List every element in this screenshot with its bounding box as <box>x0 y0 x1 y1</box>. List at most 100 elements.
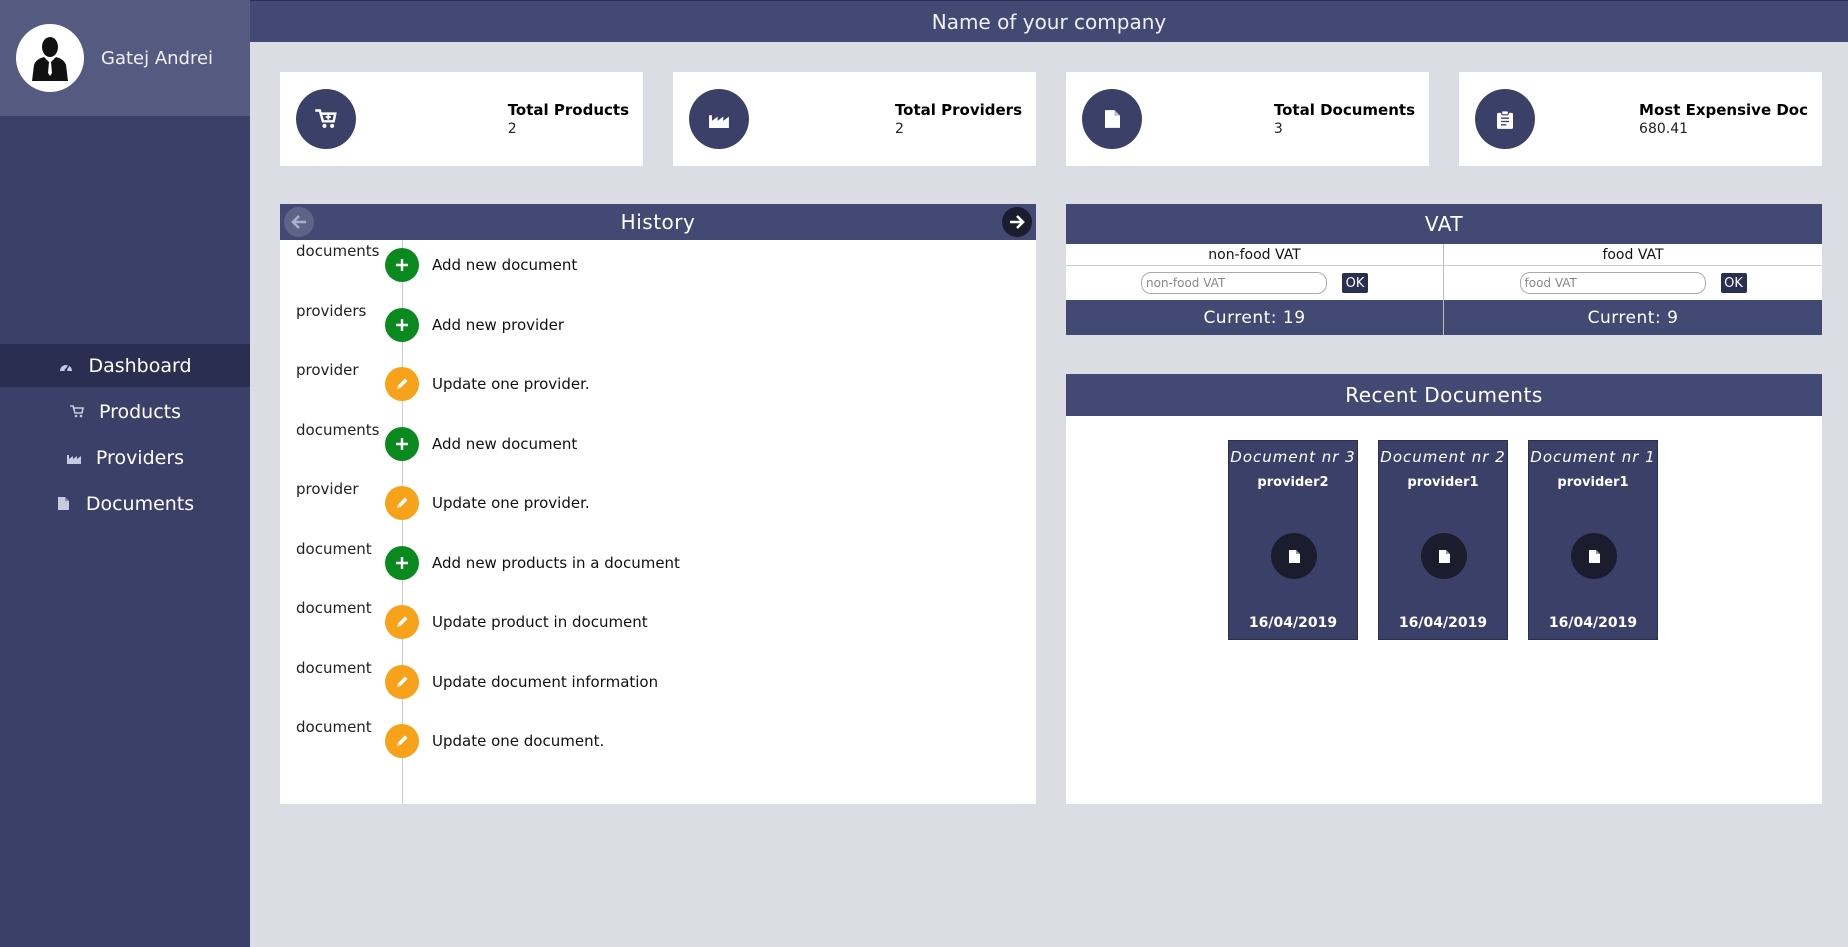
history-entity: document <box>296 599 372 617</box>
history-message: Update one provider. <box>432 375 590 393</box>
avatar <box>16 24 84 92</box>
history-item: documents Add new document <box>280 419 1036 469</box>
history-message: Add new document <box>432 256 578 274</box>
top-header: Name of your company <box>250 0 1848 42</box>
food-vat-ok-button[interactable]: OK <box>1720 273 1747 293</box>
plus-icon <box>385 307 419 342</box>
sidebar: Gatej Andrei Dashboard Products Provider… <box>0 0 250 947</box>
history-entity: documents <box>296 242 380 260</box>
pencil-icon <box>385 605 419 639</box>
document-date: 16/04/2019 <box>1248 615 1338 631</box>
clipboard-icon <box>1475 89 1535 149</box>
history-message: Add new document <box>432 434 578 453</box>
document-icon <box>1421 533 1467 579</box>
pencil-icon <box>385 664 419 699</box>
sidebar-item-products[interactable]: Products <box>0 390 250 433</box>
nonfood-vat-input[interactable] <box>1141 272 1327 294</box>
recent-documents-header: Recent Documents <box>1066 374 1822 416</box>
stat-label: Most Expensive Doc <box>1639 101 1808 119</box>
document-card[interactable]: Document nr 2 provider1 16/04/2019 <box>1378 440 1508 640</box>
stat-value: 680.41 <box>1639 121 1689 137</box>
cart-icon <box>296 89 356 149</box>
arrow-right-icon <box>1010 215 1025 229</box>
document-title: Document nr 2 <box>1380 448 1506 466</box>
history-prev-button[interactable] <box>284 207 314 237</box>
stat-value: 2 <box>894 121 904 137</box>
document-icon <box>56 496 72 512</box>
food-vat-label: food VAT <box>1444 244 1822 266</box>
document-icon <box>1571 533 1617 579</box>
sidebar-item-label: Products <box>98 400 182 423</box>
stat-card-most-expensive: Most Expensive Doc 680.41 <box>1459 72 1822 166</box>
nonfood-vat-ok-button[interactable]: OK <box>1342 273 1368 293</box>
recent-documents-panel: Recent Documents Document nr 3 provider2… <box>1066 374 1822 804</box>
history-message: Add new provider <box>432 315 565 334</box>
document-date: 16/04/2019 <box>1398 615 1488 631</box>
history-item: document Update product in document <box>280 597 1036 647</box>
document-title: Document nr 3 <box>1230 448 1356 466</box>
food-vat-input[interactable] <box>1519 272 1706 294</box>
nonfood-vat-current: Current: 19 <box>1066 300 1443 335</box>
history-entity: providers <box>296 301 367 320</box>
history-entity: document <box>296 539 372 558</box>
pencil-icon <box>385 367 419 401</box>
sidebar-item-label: Dashboard <box>88 354 192 377</box>
document-card[interactable]: Document nr 1 provider1 16/04/2019 <box>1528 440 1658 640</box>
sidebar-item-documents[interactable]: Documents <box>0 482 250 525</box>
vat-title: VAT <box>1424 212 1464 236</box>
stat-card-products: Total Products 2 <box>280 72 643 166</box>
plus-icon <box>385 545 419 580</box>
vat-food-column: food VAT OK Current: 9 <box>1444 244 1822 335</box>
user-icon <box>32 37 68 81</box>
food-vat-current: Current: 9 <box>1444 300 1822 335</box>
history-title: History <box>620 210 696 234</box>
stat-value: 3 <box>1273 121 1283 137</box>
history-item: document Add new products in a document <box>280 538 1036 588</box>
arrow-left-icon <box>291 215 306 229</box>
factory-icon <box>689 89 749 149</box>
history-entity: document <box>296 658 372 677</box>
recent-documents-title: Recent Documents <box>1345 383 1543 407</box>
sidebar-nav: Dashboard Products Providers Documents <box>0 344 250 528</box>
history-next-button[interactable] <box>1002 207 1032 237</box>
history-item: documents Add new document <box>280 240 1036 290</box>
stat-label: Total Providers <box>894 101 1022 119</box>
history-item: document Update document information <box>280 657 1036 707</box>
history-entity: provider <box>296 480 359 498</box>
stat-label: Total Products <box>507 101 629 119</box>
history-item: document Update one document. <box>280 716 1036 766</box>
history-item: provider Update one provider. <box>280 359 1036 409</box>
stat-card-documents: Total Documents 3 <box>1066 72 1429 166</box>
profile: Gatej Andrei <box>0 0 250 116</box>
sidebar-item-dashboard[interactable]: Dashboard <box>0 344 250 387</box>
plus-icon <box>385 426 419 461</box>
plus-icon <box>385 248 419 282</box>
vat-panel: VAT non-food VAT OK Current: 19 food VAT… <box>1066 204 1822 335</box>
stat-card-providers: Total Providers 2 <box>673 72 1036 166</box>
stat-value: 2 <box>507 121 517 137</box>
sidebar-item-label: Providers <box>95 446 185 469</box>
pencil-icon <box>385 724 419 758</box>
history-entity: document <box>296 718 372 736</box>
document-date: 16/04/2019 <box>1548 615 1638 631</box>
document-card[interactable]: Document nr 3 provider2 16/04/2019 <box>1228 440 1358 640</box>
document-provider: provider1 <box>1407 475 1479 490</box>
sidebar-item-providers[interactable]: Providers <box>0 436 250 479</box>
history-item: providers Add new provider <box>280 300 1036 350</box>
history-entity: provider <box>296 361 359 379</box>
history-message: Update one provider. <box>432 494 590 512</box>
document-title: Document nr 1 <box>1530 448 1656 466</box>
document-icon <box>1082 89 1142 149</box>
history-message: Update document information <box>432 672 659 691</box>
history-message: Update one document. <box>432 732 605 750</box>
recent-documents-list: Document nr 3 provider2 16/04/2019 Docum… <box>1228 440 1678 640</box>
vat-header: VAT <box>1066 204 1822 244</box>
pencil-icon <box>385 486 419 520</box>
factory-icon <box>66 450 82 466</box>
history-message: Add new products in a document <box>432 553 680 572</box>
vat-nonfood-column: non-food VAT OK Current: 19 <box>1066 244 1444 335</box>
document-provider: provider2 <box>1257 475 1329 490</box>
company-name: Name of your company <box>931 9 1167 34</box>
cart-icon <box>69 404 85 420</box>
document-icon <box>1271 533 1317 579</box>
